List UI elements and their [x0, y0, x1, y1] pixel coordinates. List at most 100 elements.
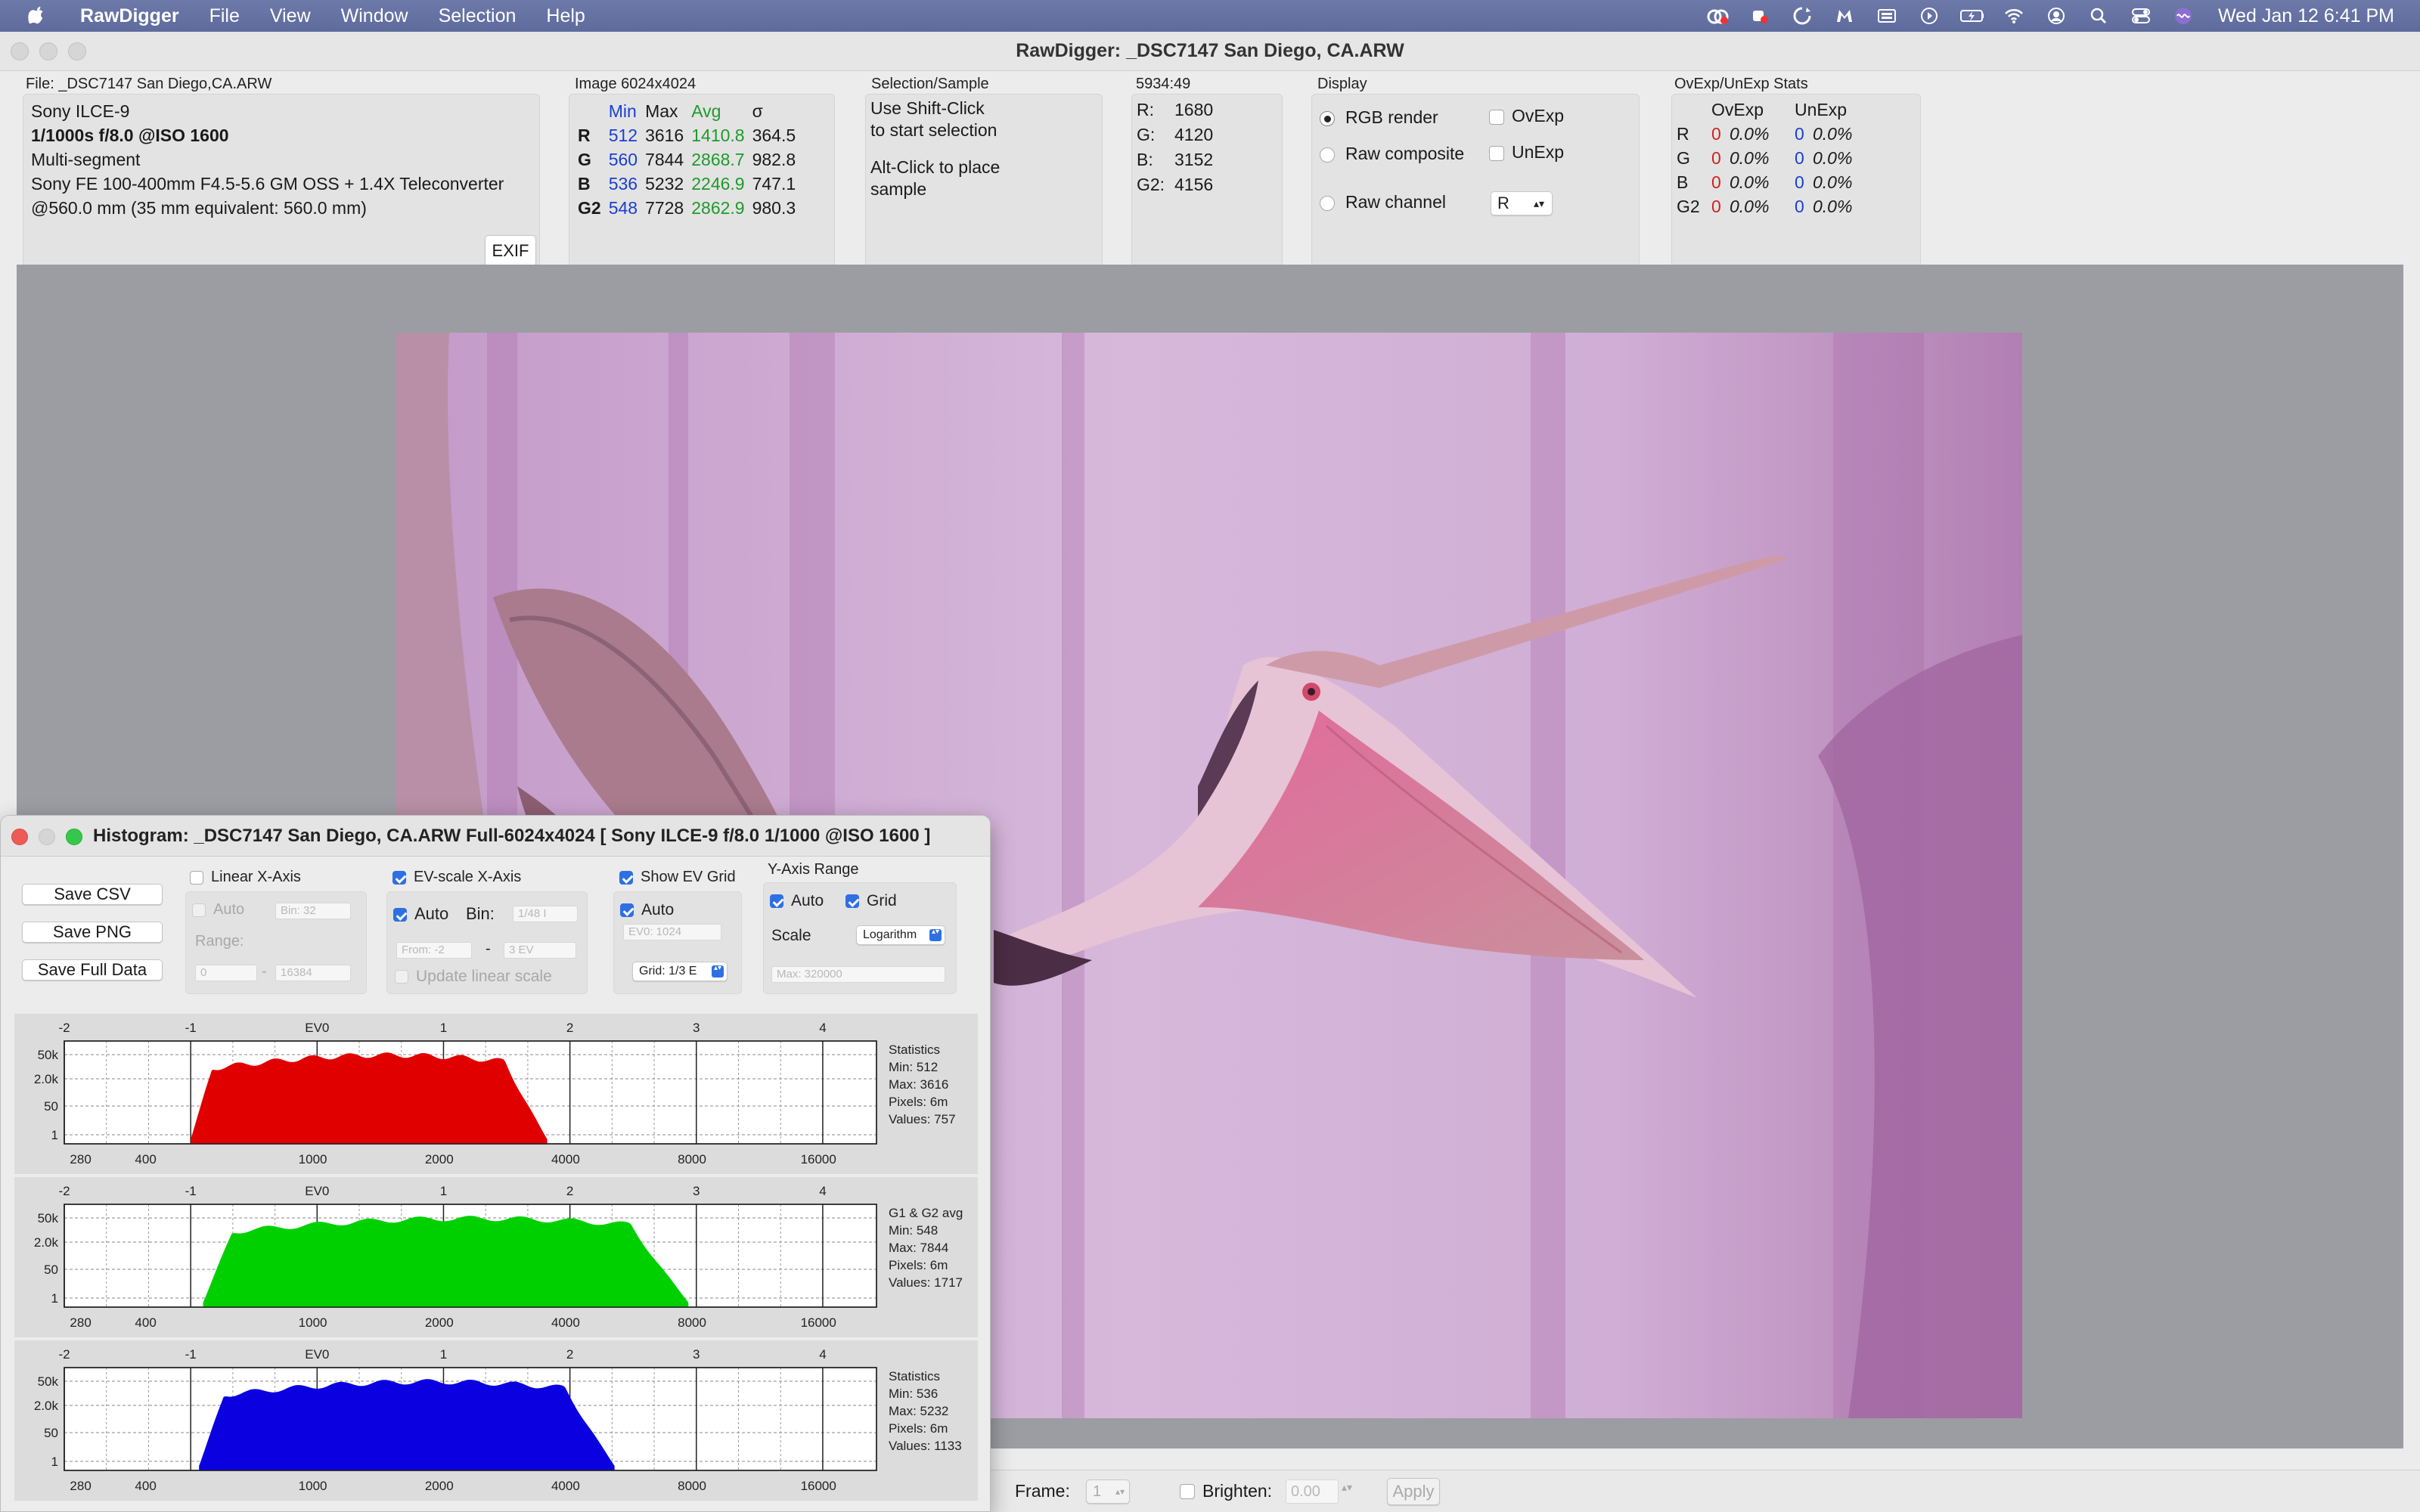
stats-title: Statistics	[889, 1369, 941, 1383]
battery-icon[interactable]	[1959, 5, 1984, 26]
linear-xaxis-checkbox[interactable]	[190, 870, 203, 885]
zoom-histogram-button[interactable]	[66, 829, 82, 845]
brighten-checkbox[interactable]	[1180, 1484, 1195, 1499]
ev-grid-select[interactable]: Grid: 1/3 E ▴▾	[632, 962, 728, 981]
creative-cloud-icon[interactable]	[1705, 5, 1730, 26]
close-window-button[interactable]	[11, 42, 29, 60]
menu-help[interactable]: Help	[546, 5, 585, 27]
wifi-icon[interactable]	[2002, 5, 2026, 26]
save-full-data-button[interactable]: Save Full Data	[22, 959, 163, 981]
ev0-input[interactable]: EV0: 1024	[623, 924, 721, 940]
unexp-label: UnExp	[1512, 142, 1565, 162]
apple-icon[interactable]	[27, 5, 48, 26]
siri-icon[interactable]	[2171, 5, 2195, 26]
ev-xaxis-checkbox[interactable]	[392, 870, 406, 885]
ev-tick-label: EV0	[305, 1184, 329, 1198]
ev-xaxis-option[interactable]: EV-scale X-Axis	[392, 869, 521, 886]
show-ev-grid-label: Show EV Grid	[641, 869, 736, 885]
channel-select[interactable]: R ▴▾	[1491, 191, 1553, 215]
ev-from-input[interactable]: From: -2	[396, 942, 472, 959]
apply-button[interactable]: Apply	[1387, 1478, 1440, 1505]
menu-selection[interactable]: Selection	[439, 5, 517, 27]
menu-file[interactable]: File	[209, 5, 240, 27]
histogram-panel-r: 50k 2.0k 50 1 -2 -1 EV0 1 2 3 4 280 400 1000 2000 4000 8…	[14, 1014, 978, 1174]
raw-composite-radio[interactable]	[1320, 147, 1335, 163]
menu-app-name[interactable]: RawDigger	[80, 5, 179, 27]
yaxis-auto-option[interactable]: Auto	[770, 892, 824, 910]
chevron-updown-icon: ▴▾	[1533, 197, 1544, 209]
yaxis-scale-select[interactable]: Logarithm ▴▾	[856, 925, 945, 945]
menu-clock[interactable]: Wed Jan 12 6:41 PM	[2218, 5, 2394, 27]
evgrid-auto-label: Auto	[641, 901, 675, 919]
sync-icon[interactable]	[1790, 5, 1814, 26]
yaxis-max-input[interactable]: Max: 320000	[771, 966, 945, 983]
ev-bin-label: Bin:	[466, 904, 495, 923]
sample-g-value: 4120	[1174, 125, 1214, 144]
stats-min: 560	[608, 149, 638, 169]
close-histogram-button[interactable]	[11, 829, 28, 845]
ev-grid-value: Grid: 1/3 E	[639, 965, 697, 978]
frame-select[interactable]: 1 ▴▾	[1086, 1479, 1130, 1504]
ovexp-count: 0	[1711, 124, 1721, 144]
ev-auto-checkbox[interactable]	[393, 908, 407, 922]
show-ev-grid-option[interactable]: Show EV Grid	[619, 869, 736, 886]
ev-tick-label: -2	[58, 1184, 70, 1198]
ev-auto-option[interactable]: Auto	[393, 904, 448, 924]
stats-max: Max: 3616	[889, 1077, 949, 1092]
linear-auto-checkbox[interactable]	[192, 903, 206, 917]
minimize-histogram-button[interactable]	[39, 829, 55, 845]
recorder-icon[interactable]	[1748, 5, 1772, 26]
ovexp-checkbox[interactable]	[1489, 109, 1504, 125]
spotlight-icon[interactable]	[2086, 5, 2111, 26]
user-icon[interactable]	[2044, 5, 2068, 26]
evgrid-auto-checkbox[interactable]	[620, 903, 634, 918]
yaxis-grid-checkbox[interactable]	[845, 894, 859, 909]
brighten-input[interactable]: 0.00	[1286, 1479, 1339, 1504]
linear-xaxis-label: Linear X-Axis	[211, 869, 301, 885]
zoom-window-button[interactable]	[68, 42, 86, 60]
menu-view[interactable]: View	[270, 5, 311, 27]
unexp-option[interactable]: UnExp	[1489, 140, 1564, 164]
save-png-button[interactable]: Save PNG	[22, 922, 163, 943]
linear-range-to[interactable]: 16384	[275, 965, 351, 981]
linear-xaxis-option[interactable]: Linear X-Axis	[190, 869, 301, 886]
unexp-count: 0	[1795, 197, 1804, 216]
evgrid-auto-option[interactable]: Auto	[620, 901, 674, 919]
linear-auto-option[interactable]: Auto	[192, 901, 244, 919]
raw-channel-radio[interactable]	[1320, 195, 1335, 211]
ovexp-stats-header: OvExp/UnExp Stats	[1674, 76, 1808, 92]
linear-range-from[interactable]: 0	[195, 965, 257, 981]
linear-bin-input[interactable]: Bin: 32	[275, 903, 351, 919]
sample-b-label: B:	[1137, 150, 1153, 169]
unexp-checkbox[interactable]	[1489, 145, 1504, 161]
yaxis-auto-checkbox[interactable]	[770, 894, 783, 909]
ev-to-input[interactable]: 3 EV	[504, 942, 576, 959]
play-icon[interactable]	[1917, 5, 1941, 26]
x-tick-label: 1000	[299, 1479, 327, 1493]
ovexp-option[interactable]: OvExp	[1489, 104, 1564, 128]
control-center-icon[interactable]	[2129, 5, 2153, 26]
ev-tick-label: 1	[440, 1021, 447, 1035]
ev-bin-select[interactable]: 1/48 I	[513, 906, 578, 922]
rgb-render-radio[interactable]	[1320, 110, 1335, 126]
histogram-panel-b: 50k 2.0k 50 1 -2 -1 EV0 1 2 3 4 280 400 1000 2000 4000 8…	[14, 1340, 978, 1501]
raw-channel-option[interactable]: Raw channel	[1320, 190, 1446, 214]
menu-window[interactable]: Window	[341, 5, 408, 27]
exif-button[interactable]: EXIF	[485, 235, 536, 267]
ovexp-count: 0	[1711, 197, 1721, 216]
rgb-render-option[interactable]: RGB render	[1320, 105, 1438, 129]
stats-channel: R	[578, 125, 591, 145]
ev-tick-label: 2	[566, 1021, 573, 1035]
raw-composite-option[interactable]: Raw composite	[1320, 141, 1464, 166]
stepper-icon[interactable]: ▴▾	[1342, 1481, 1352, 1494]
update-linear-scale-checkbox[interactable]	[395, 970, 408, 984]
malwarebytes-icon[interactable]	[1832, 5, 1857, 26]
show-ev-grid-checkbox[interactable]	[619, 870, 633, 885]
update-linear-scale-option[interactable]: Update linear scale	[395, 968, 552, 986]
save-csv-button[interactable]: Save CSV	[22, 884, 163, 905]
minimize-window-button[interactable]	[39, 42, 57, 60]
stats-avg: 2246.9	[691, 173, 745, 194]
keyboard-icon[interactable]	[1875, 5, 1899, 26]
yaxis-grid-option[interactable]: Grid	[845, 892, 897, 910]
unexp-percent: 0.0%	[1813, 148, 1853, 168]
